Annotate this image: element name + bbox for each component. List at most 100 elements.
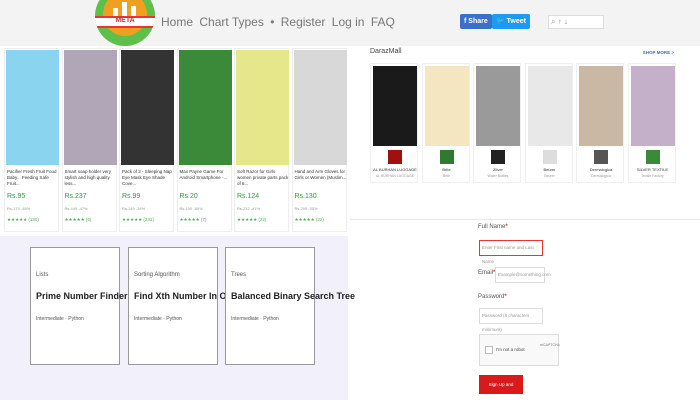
product-image: [121, 50, 174, 165]
mall-item[interactable]: Zilver Water Bottles: [473, 63, 521, 183]
card-category: Lists: [36, 272, 49, 278]
product-card[interactable]: Pack of 2 - Sleeping Nap Eye Mask Eye Sh…: [119, 48, 174, 232]
site-logo[interactable]: META: [95, 0, 155, 46]
nav-home[interactable]: Home: [161, 15, 193, 29]
mall-item-name: AL BURHAN LUGGAGE: [373, 167, 417, 172]
mall-item-image: [527, 66, 572, 146]
brand-badge: [491, 150, 505, 164]
mall-item-sub: Textile Factory: [641, 174, 664, 178]
mall-item-sub: Water Bottles: [487, 174, 509, 178]
mall-item-image: [579, 66, 623, 146]
recaptcha-logo: reCAPTCHA: [540, 343, 560, 347]
password-label: Password*: [478, 294, 507, 300]
facebook-share-button[interactable]: f Share: [460, 14, 492, 29]
card-title: Find Xth Number In Order: [134, 291, 245, 301]
product-old-price: Rs.212 -41%: [237, 206, 261, 211]
product-name: Hand and Arm Gloves for Girls or Women (…: [294, 169, 347, 180]
product-price: Rs.130: [294, 193, 317, 200]
product-card[interactable]: Soft Razor for Girls women private parts…: [234, 48, 289, 232]
product-price: Rs.237: [64, 193, 87, 200]
mall-item-image: [424, 66, 469, 146]
product-price: Rs.20: [179, 193, 198, 200]
nav-register[interactable]: Register: [281, 15, 326, 29]
captcha-checkbox[interactable]: [485, 346, 493, 354]
nav-faq[interactable]: FAQ: [371, 15, 395, 29]
product-price: Rs.95: [7, 193, 26, 200]
mall-item[interactable]: AL BURHAN LUGGAGE AL BURHAN LUGGAGE: [370, 63, 418, 183]
card-level: Intermediate · Python: [231, 316, 279, 322]
email-input[interactable]: Example@something.com: [495, 267, 551, 283]
password-input[interactable]: Password (8 characters minimum): [479, 308, 543, 332]
product-card[interactable]: Smart soap holder very stylish and high …: [61, 48, 117, 232]
nav-separator: •: [270, 15, 275, 29]
shop-more-link[interactable]: SHOP MORE >: [643, 50, 674, 55]
product-old-price: Rs.449 -47%: [64, 206, 88, 211]
product-card[interactable]: Max Payne Game For Android Smartphone -.…: [176, 48, 232, 232]
header-bar: META Home Chart Types • Register Log in …: [0, 0, 700, 46]
product-rating: ★★★★★ (130): [7, 217, 39, 222]
mall-item-sub: Dermalogica: [591, 174, 611, 178]
product-price: Rs.99: [122, 193, 141, 200]
signup-form: Full Name* Enter First name and Last Nam…: [478, 224, 588, 406]
product-name: Pacifier Fresh Fruit Food Baby... Feedin…: [7, 169, 57, 186]
product-image: [6, 50, 59, 165]
twitter-tweet-button[interactable]: 🐦 Tweet: [492, 14, 530, 29]
card-title: Prime Number Finder: [36, 291, 128, 301]
product-card[interactable]: Hand and Arm Gloves for Girls or Women (…: [291, 48, 347, 232]
divider: [350, 219, 700, 220]
mall-title: DarazMall: [370, 48, 402, 55]
product-image: [63, 50, 117, 165]
daraz-mall-section: DarazMall SHOP MORE > AL BURHAN LUGGAGE A…: [370, 48, 676, 218]
mall-item-name: Zilver: [493, 167, 503, 172]
product-image: [178, 50, 232, 165]
card-level: Intermediate · Python: [134, 316, 182, 322]
mall-item[interactable]: Brite Brite: [421, 63, 470, 183]
nav-login[interactable]: Log in: [332, 15, 365, 29]
product-name: Max Payne Game For Android Smartphone -.…: [179, 169, 228, 180]
product-old-price: Rs.100 -80%: [179, 206, 203, 211]
signup-button[interactable]: Sign Up and Continue: [479, 375, 523, 406]
mall-item-image: [630, 66, 675, 146]
product-old-price: Rs.179 -48%: [7, 206, 31, 211]
card-title: Balanced Binary Search Tree: [231, 291, 356, 301]
course-card[interactable]: Lists Prime Number Finder Intermediate ·…: [30, 247, 128, 365]
product-name: Pack of 2 - Sleeping Nap Eye Mask Eye Sh…: [122, 169, 172, 186]
product-price: Rs.124: [237, 193, 260, 200]
product-image: [293, 50, 347, 165]
product-strip: Pacifier Fresh Fruit Food Baby... Feedin…: [4, 48, 347, 234]
card-category: Sorting Algorithm: [134, 272, 180, 278]
mall-item-image: [476, 66, 520, 146]
mall-item-sub: Brite: [442, 174, 451, 178]
search-input[interactable]: ⌕ ↑ ↓: [548, 15, 604, 29]
mall-item[interactable]: Dermalogica Dermalogica: [576, 63, 624, 183]
mall-item-name: Brite: [442, 167, 451, 172]
product-rating: ★★★★★ (7): [179, 217, 207, 222]
mall-item-name: SILVER TEXTILE: [636, 167, 669, 172]
card-level: Intermediate · Python: [36, 316, 84, 322]
course-card[interactable]: Trees Balanced Binary Search Tree Interm…: [225, 247, 356, 365]
nav-chart-types[interactable]: Chart Types: [199, 15, 263, 29]
mall-item-name: Dermalogica: [589, 167, 613, 172]
mall-item[interactable]: SILVER TEXTILE Textile Factory: [627, 63, 676, 183]
logo-text: META: [115, 17, 135, 24]
brand-badge: [645, 150, 660, 164]
mall-item[interactable]: Beurer Beurer: [524, 63, 573, 183]
email-label: Email*: [478, 270, 495, 276]
product-rating: ★★★★★ (6): [64, 217, 92, 222]
brand-badge: [594, 150, 608, 164]
product-old-price: Rs.149 -34%: [122, 206, 146, 211]
mall-item-sub: AL BURHAN LUGGAGE: [375, 174, 415, 178]
captcha-label: I'm not a robot: [496, 347, 525, 352]
fullname-input[interactable]: Enter First name and Last Name: [479, 240, 543, 264]
product-rating: ★★★★★ (22): [294, 217, 324, 222]
search-icon: ⌕ ↑ ↓: [551, 17, 568, 26]
brand-badge: [439, 150, 454, 164]
main-nav: Home Chart Types • Register Log in FAQ: [161, 15, 398, 29]
course-card[interactable]: Sorting Algorithm Find Xth Number In Ord…: [128, 247, 245, 365]
brand-badge: [388, 150, 402, 164]
product-name: Soft Razor for Girls women private parts…: [237, 169, 289, 186]
product-rating: ★★★★★ (22): [237, 217, 267, 222]
mall-item-image: [373, 66, 417, 146]
brand-badge: [542, 150, 557, 164]
product-card[interactable]: Pacifier Fresh Fruit Food Baby... Feedin…: [4, 48, 59, 232]
